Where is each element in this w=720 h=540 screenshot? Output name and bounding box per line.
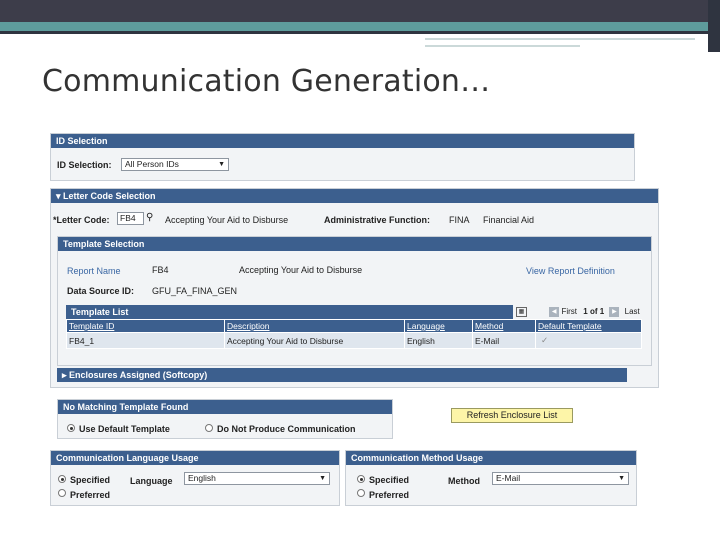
admin-function-desc: Financial Aid xyxy=(483,215,535,225)
top-teal-bar xyxy=(0,22,720,31)
data-source-value: GFU_FA_FINA_GEN xyxy=(152,286,238,296)
use-default-template-label: Use Default Template xyxy=(79,424,170,434)
template-selection-header: Template Selection xyxy=(58,237,651,251)
accent-line xyxy=(425,38,695,40)
last-arrow-icon[interactable]: ▶ xyxy=(609,306,620,317)
language-usage-header: Communication Language Usage xyxy=(51,451,339,465)
method-specified-label: Specified xyxy=(369,475,410,485)
top-dark-line xyxy=(0,31,720,34)
method-cell: E-Mail xyxy=(472,332,536,349)
enclosures-header[interactable]: ▸ Enclosures Assigned (Softcopy) xyxy=(57,368,627,382)
expand-triangle-icon: ▸ xyxy=(62,370,70,380)
id-selection-panel: ID Selection ID Selection: All Person ID… xyxy=(50,133,635,181)
col-template-id[interactable]: Template ID xyxy=(66,319,225,333)
method-usage-header: Communication Method Usage xyxy=(346,451,636,465)
template-id-cell: FB4_1 xyxy=(66,332,225,349)
chevron-down-icon: ▼ xyxy=(618,475,625,482)
do-not-produce-radio[interactable] xyxy=(205,424,213,432)
language-label: Language xyxy=(130,476,173,486)
admin-function-label: Administrative Function: xyxy=(324,215,431,225)
language-preferred-radio[interactable] xyxy=(58,489,66,497)
top-dark-bar xyxy=(0,0,720,22)
language-cell: English xyxy=(404,332,473,349)
language-specified-label: Specified xyxy=(70,475,111,485)
col-language[interactable]: Language xyxy=(404,319,473,333)
method-dropdown[interactable]: E-Mail ▼ xyxy=(492,472,629,485)
nav-last-link[interactable]: Last xyxy=(625,307,640,316)
method-preferred-label: Preferred xyxy=(369,490,410,500)
chevron-down-icon: ▼ xyxy=(218,161,225,168)
col-description[interactable]: Description xyxy=(224,319,405,333)
template-list-nav: ▦ ◀ First 1 of 1 ▶ Last xyxy=(513,305,643,319)
view-all-icon[interactable]: ▦ xyxy=(516,306,527,317)
method-specified-radio[interactable] xyxy=(357,475,365,483)
search-icon[interactable]: ⚲ xyxy=(146,212,153,223)
letter-code-panel: ▾ Letter Code Selection *Letter Code: FB… xyxy=(50,188,659,388)
nav-count: 1 of 1 xyxy=(583,307,605,316)
table-header-row: Template ID Description Language Method … xyxy=(66,319,642,333)
nav-first-link[interactable]: First xyxy=(561,307,577,316)
col-method[interactable]: Method xyxy=(472,319,536,333)
language-dropdown[interactable]: English ▼ xyxy=(184,472,330,485)
no-match-panel: No Matching Template Found Use Default T… xyxy=(57,399,393,439)
template-selection-panel: Template Selection Report Name FB4 Accep… xyxy=(57,236,652,366)
id-selection-dropdown[interactable]: All Person IDs ▼ xyxy=(121,158,229,171)
col-default-template[interactable]: Default Template xyxy=(535,319,642,333)
first-arrow-icon[interactable]: ◀ xyxy=(549,306,560,317)
do-not-produce-label: Do Not Produce Communication xyxy=(217,424,356,434)
report-name-label: Report Name xyxy=(67,266,121,276)
table-row: FB4_1 Accepting Your Aid to Disburse Eng… xyxy=(66,332,642,349)
view-report-definition-link[interactable]: View Report Definition xyxy=(526,266,615,276)
data-source-label: Data Source ID: xyxy=(67,286,135,296)
method-label: Method xyxy=(448,476,480,486)
language-specified-radio[interactable] xyxy=(58,475,66,483)
use-default-template-radio[interactable] xyxy=(67,424,75,432)
language-usage-panel: Communication Language Usage Specified P… xyxy=(50,450,340,506)
default-template-check-icon: ✓ xyxy=(535,332,642,349)
right-corner-block xyxy=(708,0,720,52)
report-description: Accepting Your Aid to Disburse xyxy=(239,265,363,275)
refresh-enclosure-list-button[interactable]: Refresh Enclosure List xyxy=(451,408,573,423)
method-preferred-radio[interactable] xyxy=(357,489,365,497)
id-selection-header: ID Selection xyxy=(51,134,634,148)
id-selection-label: ID Selection: xyxy=(57,160,112,170)
letter-code-label: *Letter Code: xyxy=(53,215,110,225)
accent-line xyxy=(425,45,580,47)
report-name-value: FB4 xyxy=(152,265,169,275)
description-cell: Accepting Your Aid to Disburse xyxy=(224,332,405,349)
collapse-triangle-icon: ▾ xyxy=(56,191,64,201)
admin-function-code: FINA xyxy=(449,215,470,225)
language-preferred-label: Preferred xyxy=(70,490,111,500)
letter-code-description: Accepting Your Aid to Disburse xyxy=(165,215,289,225)
no-match-header: No Matching Template Found xyxy=(58,400,392,414)
letter-code-header[interactable]: ▾ Letter Code Selection xyxy=(51,189,658,203)
slide-title: Communication Generation… xyxy=(42,64,491,99)
template-list-table: Template ID Description Language Method … xyxy=(66,319,642,349)
letter-code-input[interactable]: FB4 xyxy=(117,212,144,225)
method-usage-panel: Communication Method Usage Specified Pre… xyxy=(345,450,637,506)
chevron-down-icon: ▼ xyxy=(319,475,326,482)
